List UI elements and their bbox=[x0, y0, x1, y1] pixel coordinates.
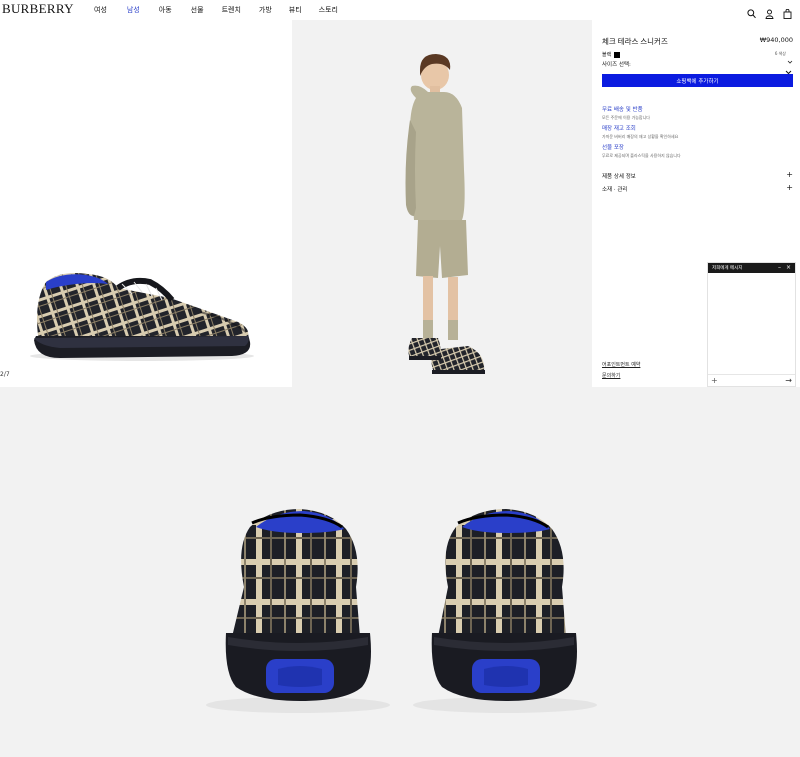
nav-item-bags[interactable]: 가방 bbox=[259, 5, 272, 15]
sneaker-side-illustration bbox=[30, 273, 254, 361]
chevron-down-icon[interactable] bbox=[787, 50, 793, 64]
nav-item-gifts[interactable]: 선물 bbox=[191, 5, 204, 15]
service-desc: 무료로 제공되며 플라스틱을 사용하지 않습니다 bbox=[602, 153, 681, 158]
accordion-label: 소재 · 관리 bbox=[602, 187, 628, 193]
left-sneaker-rear bbox=[225, 509, 371, 701]
size-selector-label[interactable]: 사이즈 선택: bbox=[602, 60, 631, 68]
accordion-materials-care[interactable]: 소재 · 관리 + bbox=[602, 184, 793, 194]
nav-item-women[interactable]: 여성 bbox=[94, 5, 107, 15]
add-to-bag-button[interactable]: 쇼핑백에 추가하기 bbox=[602, 74, 793, 87]
account-icon[interactable] bbox=[765, 4, 774, 19]
book-appointment-link[interactable]: 어포인트먼트 예약 bbox=[602, 361, 640, 368]
header-actions bbox=[747, 4, 792, 19]
nav-item-stories[interactable]: 스토리 bbox=[319, 5, 338, 15]
product-price: ₩940,000 bbox=[759, 36, 793, 44]
model-illustration bbox=[405, 54, 485, 374]
nav-item-beauty[interactable]: 뷰티 bbox=[289, 5, 302, 15]
product-title: 체크 테라스 스니커즈 bbox=[602, 37, 668, 46]
size-dropdown-icon[interactable] bbox=[785, 60, 792, 75]
plus-icon[interactable]: + bbox=[786, 171, 793, 180]
service-gift-wrap[interactable]: 선물 포장 무료로 제공되며 플라스틱을 사용하지 않습니다 bbox=[602, 143, 681, 159]
service-title[interactable]: 무료 배송 및 반품 bbox=[602, 105, 650, 113]
service-desc: 모든 주문에 이용 가능합니다 bbox=[602, 115, 650, 120]
nav-item-trench[interactable]: 트렌치 bbox=[222, 5, 241, 15]
gallery-counter: 2/7 bbox=[0, 371, 10, 378]
contact-link[interactable]: 문의하기 bbox=[602, 372, 620, 379]
product-image-side[interactable] bbox=[0, 20, 292, 387]
color-label: 블랙 bbox=[602, 52, 612, 58]
close-icon[interactable]: × bbox=[786, 264, 791, 271]
product-image-model[interactable] bbox=[292, 20, 592, 387]
service-title[interactable]: 선물 포장 bbox=[602, 143, 681, 151]
sneakers-rear-illustration bbox=[206, 509, 597, 713]
service-desc: 가까운 버버리 매장의 재고 상황을 확인하세요 bbox=[602, 134, 679, 139]
accordion-label: 제품 상세 정보 bbox=[602, 174, 636, 180]
chat-widget[interactable]: 저희에게 메시지 – × + → bbox=[707, 262, 796, 387]
attach-plus-icon[interactable]: + bbox=[711, 376, 718, 385]
minimize-icon[interactable]: – bbox=[778, 264, 781, 271]
accordion-product-details[interactable]: 제품 상세 정보 + bbox=[602, 171, 793, 181]
service-title[interactable]: 매장 재고 조회 bbox=[602, 124, 678, 132]
main-nav: 여성 남성 아동 선물 트렌치 가방 뷰티 스토리 bbox=[94, 5, 338, 15]
nav-item-kids[interactable]: 아동 bbox=[159, 5, 172, 15]
site-header: BURBERRY 여성 남성 아동 선물 트렌치 가방 뷰티 스토리 bbox=[0, 0, 800, 20]
product-image-rear[interactable] bbox=[0, 387, 800, 757]
plus-icon[interactable]: + bbox=[786, 184, 793, 193]
shopping-bag-icon[interactable] bbox=[783, 4, 792, 19]
color-swatch-black[interactable] bbox=[614, 51, 621, 58]
right-sneaker-rear bbox=[431, 509, 577, 701]
service-store-stock[interactable]: 매장 재고 조회 가까운 버버리 매장의 재고 상황을 확인하세요 bbox=[602, 124, 678, 140]
chat-input-bar[interactable]: + → bbox=[708, 374, 795, 386]
service-free-shipping[interactable]: 무료 배송 및 반품 모든 주문에 이용 가능합니다 bbox=[602, 105, 650, 121]
color-count[interactable]: 6 색상 bbox=[775, 51, 786, 57]
color-selector[interactable]: 블랙 bbox=[602, 51, 621, 58]
brand-logo[interactable]: BURBERRY bbox=[2, 1, 74, 17]
nav-item-men[interactable]: 남성 bbox=[127, 5, 140, 15]
send-arrow-icon[interactable]: → bbox=[785, 376, 792, 385]
search-icon[interactable] bbox=[747, 4, 756, 19]
chat-title: 저희에게 메시지 bbox=[712, 266, 743, 271]
chat-header: 저희에게 메시지 – × bbox=[708, 263, 795, 273]
